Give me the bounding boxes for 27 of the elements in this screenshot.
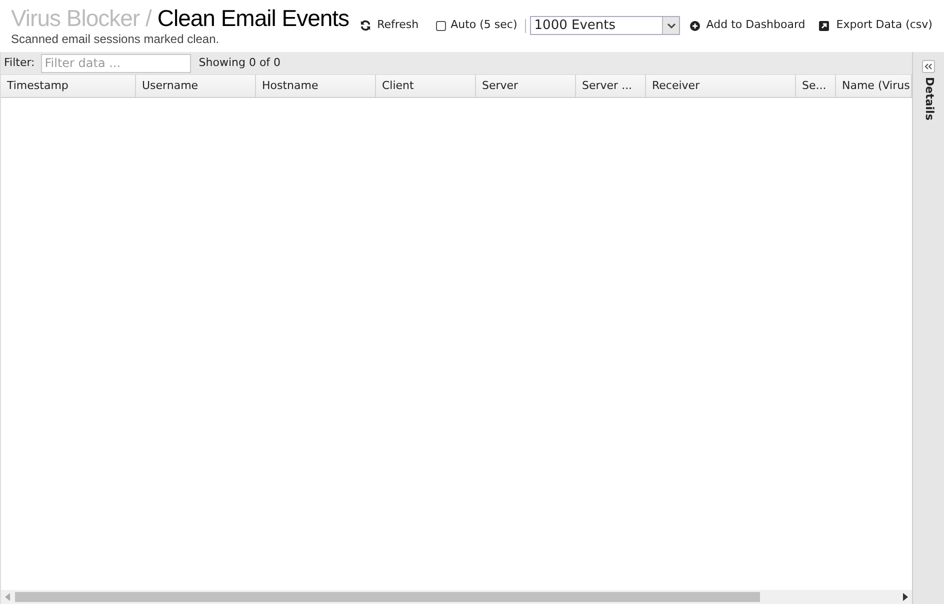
external-link-icon bbox=[819, 20, 830, 30]
chevron-down-icon bbox=[666, 22, 676, 28]
filter-label: Filter: bbox=[4, 54, 35, 71]
page-title: Clean Email Events bbox=[157, 4, 350, 32]
column-header[interactable]: Timestamp bbox=[1, 75, 136, 97]
auto-refresh-checkbox[interactable]: Auto (5 sec) bbox=[436, 17, 518, 34]
refresh-button[interactable]: Refresh bbox=[359, 17, 420, 34]
events-limit-dropdown[interactable]: 1000 Events bbox=[530, 16, 680, 35]
add-to-dashboard-button[interactable]: Add to Dashboard bbox=[690, 17, 806, 34]
column-header[interactable]: Receiver bbox=[646, 75, 796, 97]
details-tab[interactable]: Details bbox=[920, 77, 937, 120]
column-header[interactable]: Name (Virus bbox=[836, 75, 912, 97]
page-subtitle: Scanned email sessions marked clean. bbox=[11, 32, 220, 46]
refresh-icon bbox=[360, 20, 372, 31]
column-header[interactable]: Client bbox=[376, 75, 476, 97]
double-chevron-left-icon bbox=[924, 63, 933, 70]
horizontal-scrollbar[interactable] bbox=[1, 590, 912, 604]
column-header[interactable]: Hostname bbox=[256, 75, 376, 97]
collapse-button[interactable] bbox=[922, 60, 935, 73]
column-header[interactable]: Se... bbox=[796, 75, 836, 97]
column-header[interactable]: Server ... bbox=[576, 75, 646, 97]
plus-circle-icon bbox=[690, 20, 700, 30]
export-button[interactable]: Export Data (csv) bbox=[819, 17, 932, 34]
filter-field[interactable]: Filter data ... bbox=[40, 54, 191, 72]
column-header[interactable]: Username bbox=[136, 75, 256, 97]
results-count: Showing 0 of 0 bbox=[198, 54, 281, 71]
column-header[interactable]: Server bbox=[476, 75, 576, 97]
